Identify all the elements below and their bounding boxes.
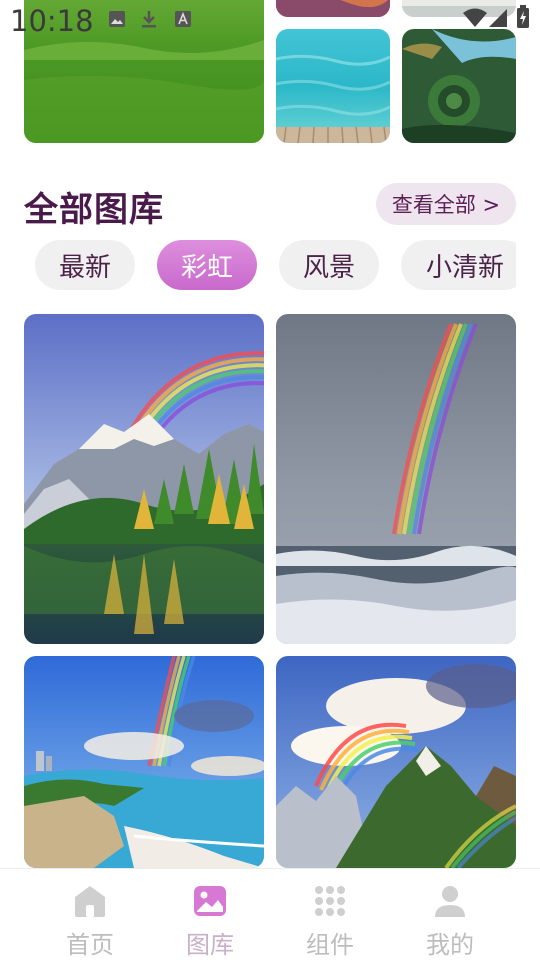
- tab-fresh[interactable]: 小清新: [401, 240, 516, 290]
- bottom-navigation: 首页 图库 组件 我的: [0, 868, 540, 960]
- signal-icon: [489, 9, 507, 27]
- view-all-button[interactable]: 查看全部 >: [376, 183, 516, 225]
- nav-home-label: 首页: [66, 931, 114, 959]
- tab-scenery[interactable]: 风景: [279, 240, 379, 290]
- status-bar: 10:18: [0, 0, 540, 40]
- nav-gallery[interactable]: 图库: [150, 869, 270, 960]
- tab-latest[interactable]: 最新: [35, 240, 135, 290]
- section-title: 全部图库: [24, 190, 164, 230]
- nav-gallery-label: 图库: [186, 931, 234, 959]
- a-icon: [175, 11, 191, 27]
- image-aerial-island[interactable]: [402, 29, 516, 143]
- status-time: 10:18: [10, 4, 94, 38]
- nav-profile-label: 我的: [426, 931, 474, 959]
- wifi-icon: [463, 8, 487, 27]
- home-icon: [75, 886, 105, 917]
- battery-icon: [517, 5, 529, 28]
- grid-icon: [315, 886, 345, 916]
- image-rainbow-ocean-waves[interactable]: [276, 314, 516, 644]
- tab-rainbow[interactable]: 彩虹: [157, 240, 257, 290]
- gallery-icon: [194, 886, 226, 916]
- image-rainbow-mountain-clouds[interactable]: [276, 656, 516, 868]
- nav-home[interactable]: 首页: [30, 869, 150, 960]
- nav-components-label: 组件: [306, 931, 354, 959]
- nav-components[interactable]: 组件: [270, 869, 390, 960]
- image-rainbow-coast-cliffs[interactable]: [24, 656, 264, 868]
- nav-profile[interactable]: 我的: [390, 869, 510, 960]
- image-turquoise-water[interactable]: [276, 29, 390, 143]
- gallery-icon: [109, 11, 125, 27]
- download-icon: [142, 11, 156, 28]
- category-tabs: 最新 彩虹 风景 小清新: [0, 240, 516, 292]
- image-rainbow-mountain-lake[interactable]: [24, 314, 264, 644]
- user-icon: [435, 886, 465, 917]
